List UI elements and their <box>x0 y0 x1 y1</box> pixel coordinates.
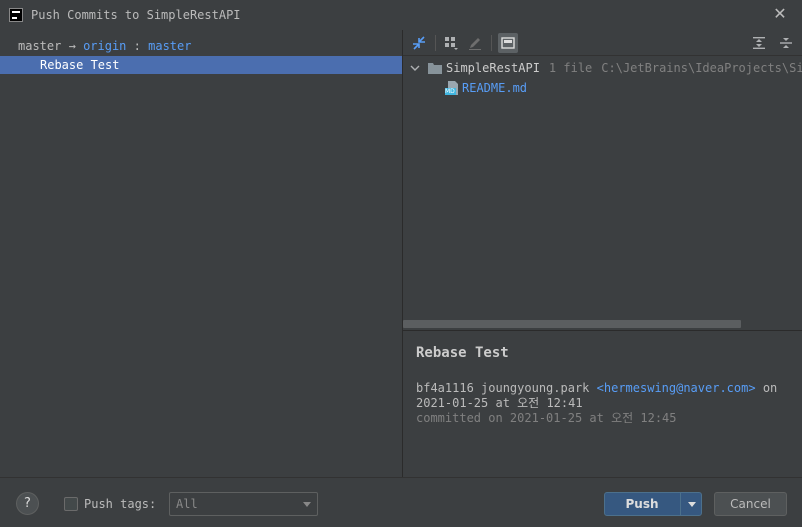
toolbar-separator <box>435 35 436 51</box>
details-meta: bf4a1116 joungyoung.park <hermeswing@nav… <box>416 381 789 411</box>
folder-icon <box>428 63 442 74</box>
authored-date: 2021-01-25 at 오전 12:41 <box>416 396 583 410</box>
file-name: README.md <box>462 81 528 95</box>
tree-row-repo[interactable]: SimpleRestAPI 1 file C:\JetBrains\IdeaPr… <box>409 59 802 77</box>
remote-name-link[interactable]: origin <box>83 39 126 53</box>
push-tags-select[interactable]: All <box>169 492 318 516</box>
title-bar: Push Commits to SimpleRestAPI ✕ <box>0 0 802 30</box>
preview-diff-icon[interactable] <box>498 33 518 53</box>
help-button[interactable]: ? <box>16 492 39 515</box>
push-button-label: Push <box>625 497 659 511</box>
repo-file-count: 1 file <box>548 61 593 75</box>
push-options-dropdown-icon[interactable] <box>688 502 696 507</box>
remote-separator: : <box>133 39 141 53</box>
toolbar-separator <box>491 35 492 51</box>
group-by-icon[interactable] <box>441 33 461 53</box>
push-tags-checkbox[interactable] <box>64 497 78 511</box>
markdown-file-icon-label: MD <box>445 88 455 95</box>
collapse-all-icon[interactable] <box>776 33 796 53</box>
dialog-footer: ? Push tags: All Push Cancel <box>0 477 802 527</box>
chevron-down-icon <box>303 502 311 507</box>
markdown-file-icon: MD <box>445 81 459 95</box>
scrollbar-thumb[interactable] <box>403 320 741 328</box>
push-tags-select-value: All <box>176 497 198 511</box>
remote-branch-link[interactable]: master <box>148 39 191 53</box>
expand-all-icon[interactable] <box>749 33 769 53</box>
local-branch: master <box>18 39 62 53</box>
changes-toolbar <box>403 30 802 56</box>
commit-hash: bf4a1116 <box>416 381 474 395</box>
cancel-button[interactable]: Cancel <box>714 492 787 516</box>
commit-author: joungyoung.park <box>481 381 590 395</box>
edit-source-icon[interactable] <box>465 33 485 53</box>
repo-path: C:\JetBrains\IdeaProjects\Simp <box>601 61 802 75</box>
close-icon[interactable]: ✕ <box>772 6 788 22</box>
horizontal-scrollbar[interactable] <box>403 320 802 328</box>
on-text: on <box>762 381 778 395</box>
split-divider <box>680 493 681 515</box>
tree-row-file[interactable]: MD README.md <box>445 79 527 97</box>
commits-pane: master → origin : master Rebase Test <box>0 30 402 477</box>
committed-date: committed on 2021-01-25 at 오전 12:45 <box>416 411 677 425</box>
commit-subject: Rebase Test <box>40 58 120 72</box>
author-email-link[interactable]: <hermeswing@naver.com> <box>597 381 756 395</box>
branch-target-line: master → origin : master <box>18 38 191 54</box>
details-subject: Rebase Test <box>416 345 509 361</box>
repo-name: SimpleRestAPI <box>446 61 540 75</box>
changes-tree: SimpleRestAPI 1 file C:\JetBrains\IdeaPr… <box>403 58 802 320</box>
push-tags-label: Push tags: <box>84 497 157 511</box>
commit-row[interactable]: Rebase Test <box>0 56 402 74</box>
arrow-right-icon: → <box>68 39 76 53</box>
changes-pane: SimpleRestAPI 1 file C:\JetBrains\IdeaPr… <box>403 30 802 477</box>
window-title: Push Commits to SimpleRestAPI <box>31 8 241 22</box>
show-diff-icon[interactable] <box>409 33 429 53</box>
commit-details: Rebase Test bf4a1116 joungyoung.park <he… <box>403 330 802 477</box>
intellij-app-icon <box>9 8 23 22</box>
chevron-down-icon[interactable] <box>409 62 421 74</box>
push-button[interactable]: Push <box>604 492 702 516</box>
